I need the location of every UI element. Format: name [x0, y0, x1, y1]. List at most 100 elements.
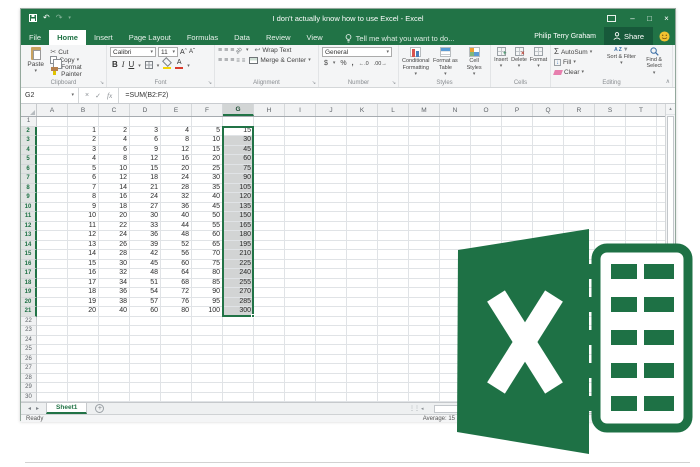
sheet-nav-left-icon[interactable]: ◂: [28, 405, 31, 412]
cell-P2[interactable]: [502, 127, 533, 137]
column-header-M[interactable]: M: [409, 104, 440, 116]
cell-C23[interactable]: [99, 326, 130, 336]
cell-T2[interactable]: [626, 127, 657, 137]
font-size-select[interactable]: 11 ▾: [158, 47, 178, 57]
cell-G26[interactable]: [223, 355, 254, 365]
cell-M5[interactable]: [409, 155, 440, 165]
cell-F4[interactable]: 15: [192, 146, 223, 156]
cell-I28[interactable]: [285, 374, 316, 384]
cell-C28[interactable]: [99, 374, 130, 384]
cell-L9[interactable]: [378, 193, 409, 203]
cell-L12[interactable]: [378, 222, 409, 232]
cell-A18[interactable]: [37, 279, 68, 289]
cell-H9[interactable]: [254, 193, 285, 203]
cell-L2[interactable]: [378, 127, 409, 137]
cell-M27[interactable]: [409, 364, 440, 374]
cell-D9[interactable]: 24: [130, 193, 161, 203]
cell-R3[interactable]: [564, 136, 595, 146]
tell-me-box[interactable]: Tell me what you want to do...: [345, 34, 455, 45]
cell-G9[interactable]: 120: [223, 193, 254, 203]
cut-button[interactable]: ✂ Cut: [50, 49, 103, 56]
cell-G11[interactable]: 150: [223, 212, 254, 222]
cell-B20[interactable]: 19: [68, 298, 99, 308]
wrap-text-button[interactable]: ↩ Wrap Text: [254, 47, 291, 54]
cell-G13[interactable]: 180: [223, 231, 254, 241]
cell-B3[interactable]: 2: [68, 136, 99, 146]
cell-B29[interactable]: [68, 383, 99, 393]
cell-H16[interactable]: [254, 260, 285, 270]
column-header-R[interactable]: R: [564, 104, 595, 116]
cell-O10[interactable]: [471, 203, 502, 213]
cell-M26[interactable]: [409, 355, 440, 365]
cell-A16[interactable]: [37, 260, 68, 270]
cell-E7[interactable]: 24: [161, 174, 192, 184]
cell-C6[interactable]: 10: [99, 165, 130, 175]
column-header-N[interactable]: N: [440, 104, 471, 116]
cell-E14[interactable]: 52: [161, 241, 192, 251]
tab-insert[interactable]: Insert: [86, 30, 121, 45]
cell-Q7[interactable]: [533, 174, 564, 184]
cell-S3[interactable]: [595, 136, 626, 146]
cell-J15[interactable]: [316, 250, 347, 260]
cell-L15[interactable]: [378, 250, 409, 260]
row-header-9[interactable]: 9: [21, 193, 37, 203]
cell-F1[interactable]: [192, 117, 223, 127]
cell-N8[interactable]: [440, 184, 471, 194]
cell-M22[interactable]: [409, 317, 440, 327]
cell-L30[interactable]: [378, 393, 409, 403]
cell-J8[interactable]: [316, 184, 347, 194]
cell-R11[interactable]: [564, 212, 595, 222]
cell-F14[interactable]: 65: [192, 241, 223, 251]
cell-D28[interactable]: [130, 374, 161, 384]
cell-I20[interactable]: [285, 298, 316, 308]
column-header-P[interactable]: P: [502, 104, 533, 116]
cell-I7[interactable]: [285, 174, 316, 184]
orientation-icon[interactable]: ab: [235, 46, 244, 55]
cell-G14[interactable]: 195: [223, 241, 254, 251]
cell-H3[interactable]: [254, 136, 285, 146]
cell-G8[interactable]: 105: [223, 184, 254, 194]
cell-F2[interactable]: 5: [192, 127, 223, 137]
cell-L19[interactable]: [378, 288, 409, 298]
cell-N6[interactable]: [440, 165, 471, 175]
cell-M3[interactable]: [409, 136, 440, 146]
cell-Q2[interactable]: [533, 127, 564, 137]
cell-O4[interactable]: [471, 146, 502, 156]
cell-M2[interactable]: [409, 127, 440, 137]
cell-L3[interactable]: [378, 136, 409, 146]
cell-F24[interactable]: [192, 336, 223, 346]
cell-C7[interactable]: 12: [99, 174, 130, 184]
cell-I16[interactable]: [285, 260, 316, 270]
cell-J4[interactable]: [316, 146, 347, 156]
row-header-6[interactable]: 6: [21, 165, 37, 175]
cell-L8[interactable]: [378, 184, 409, 194]
row-header-14[interactable]: 14: [21, 241, 37, 251]
cell-K20[interactable]: [347, 298, 378, 308]
merge-center-button[interactable]: Merge & Center ▾: [249, 57, 310, 64]
cell-J16[interactable]: [316, 260, 347, 270]
cell-J30[interactable]: [316, 393, 347, 403]
column-header-J[interactable]: J: [316, 104, 347, 116]
cell-M20[interactable]: [409, 298, 440, 308]
cell-J20[interactable]: [316, 298, 347, 308]
cell-G18[interactable]: 255: [223, 279, 254, 289]
cell-I5[interactable]: [285, 155, 316, 165]
row-header-24[interactable]: 24: [21, 336, 37, 346]
cell-J9[interactable]: [316, 193, 347, 203]
cell-M23[interactable]: [409, 326, 440, 336]
cell-M1[interactable]: [409, 117, 440, 127]
column-header-H[interactable]: H: [254, 104, 285, 116]
tab-formulas[interactable]: Formulas: [179, 30, 226, 45]
cell-E26[interactable]: [161, 355, 192, 365]
cancel-formula-icon[interactable]: ×: [85, 92, 89, 99]
cell-C5[interactable]: 8: [99, 155, 130, 165]
minimize-button[interactable]: –: [624, 9, 641, 27]
cell-H4[interactable]: [254, 146, 285, 156]
cell-B8[interactable]: 7: [68, 184, 99, 194]
cell-G3[interactable]: 30: [223, 136, 254, 146]
cell-F26[interactable]: [192, 355, 223, 365]
cell-K25[interactable]: [347, 345, 378, 355]
cell-C9[interactable]: 16: [99, 193, 130, 203]
increase-indent-icon[interactable]: ≡: [242, 58, 245, 64]
cell-G6[interactable]: 75: [223, 165, 254, 175]
